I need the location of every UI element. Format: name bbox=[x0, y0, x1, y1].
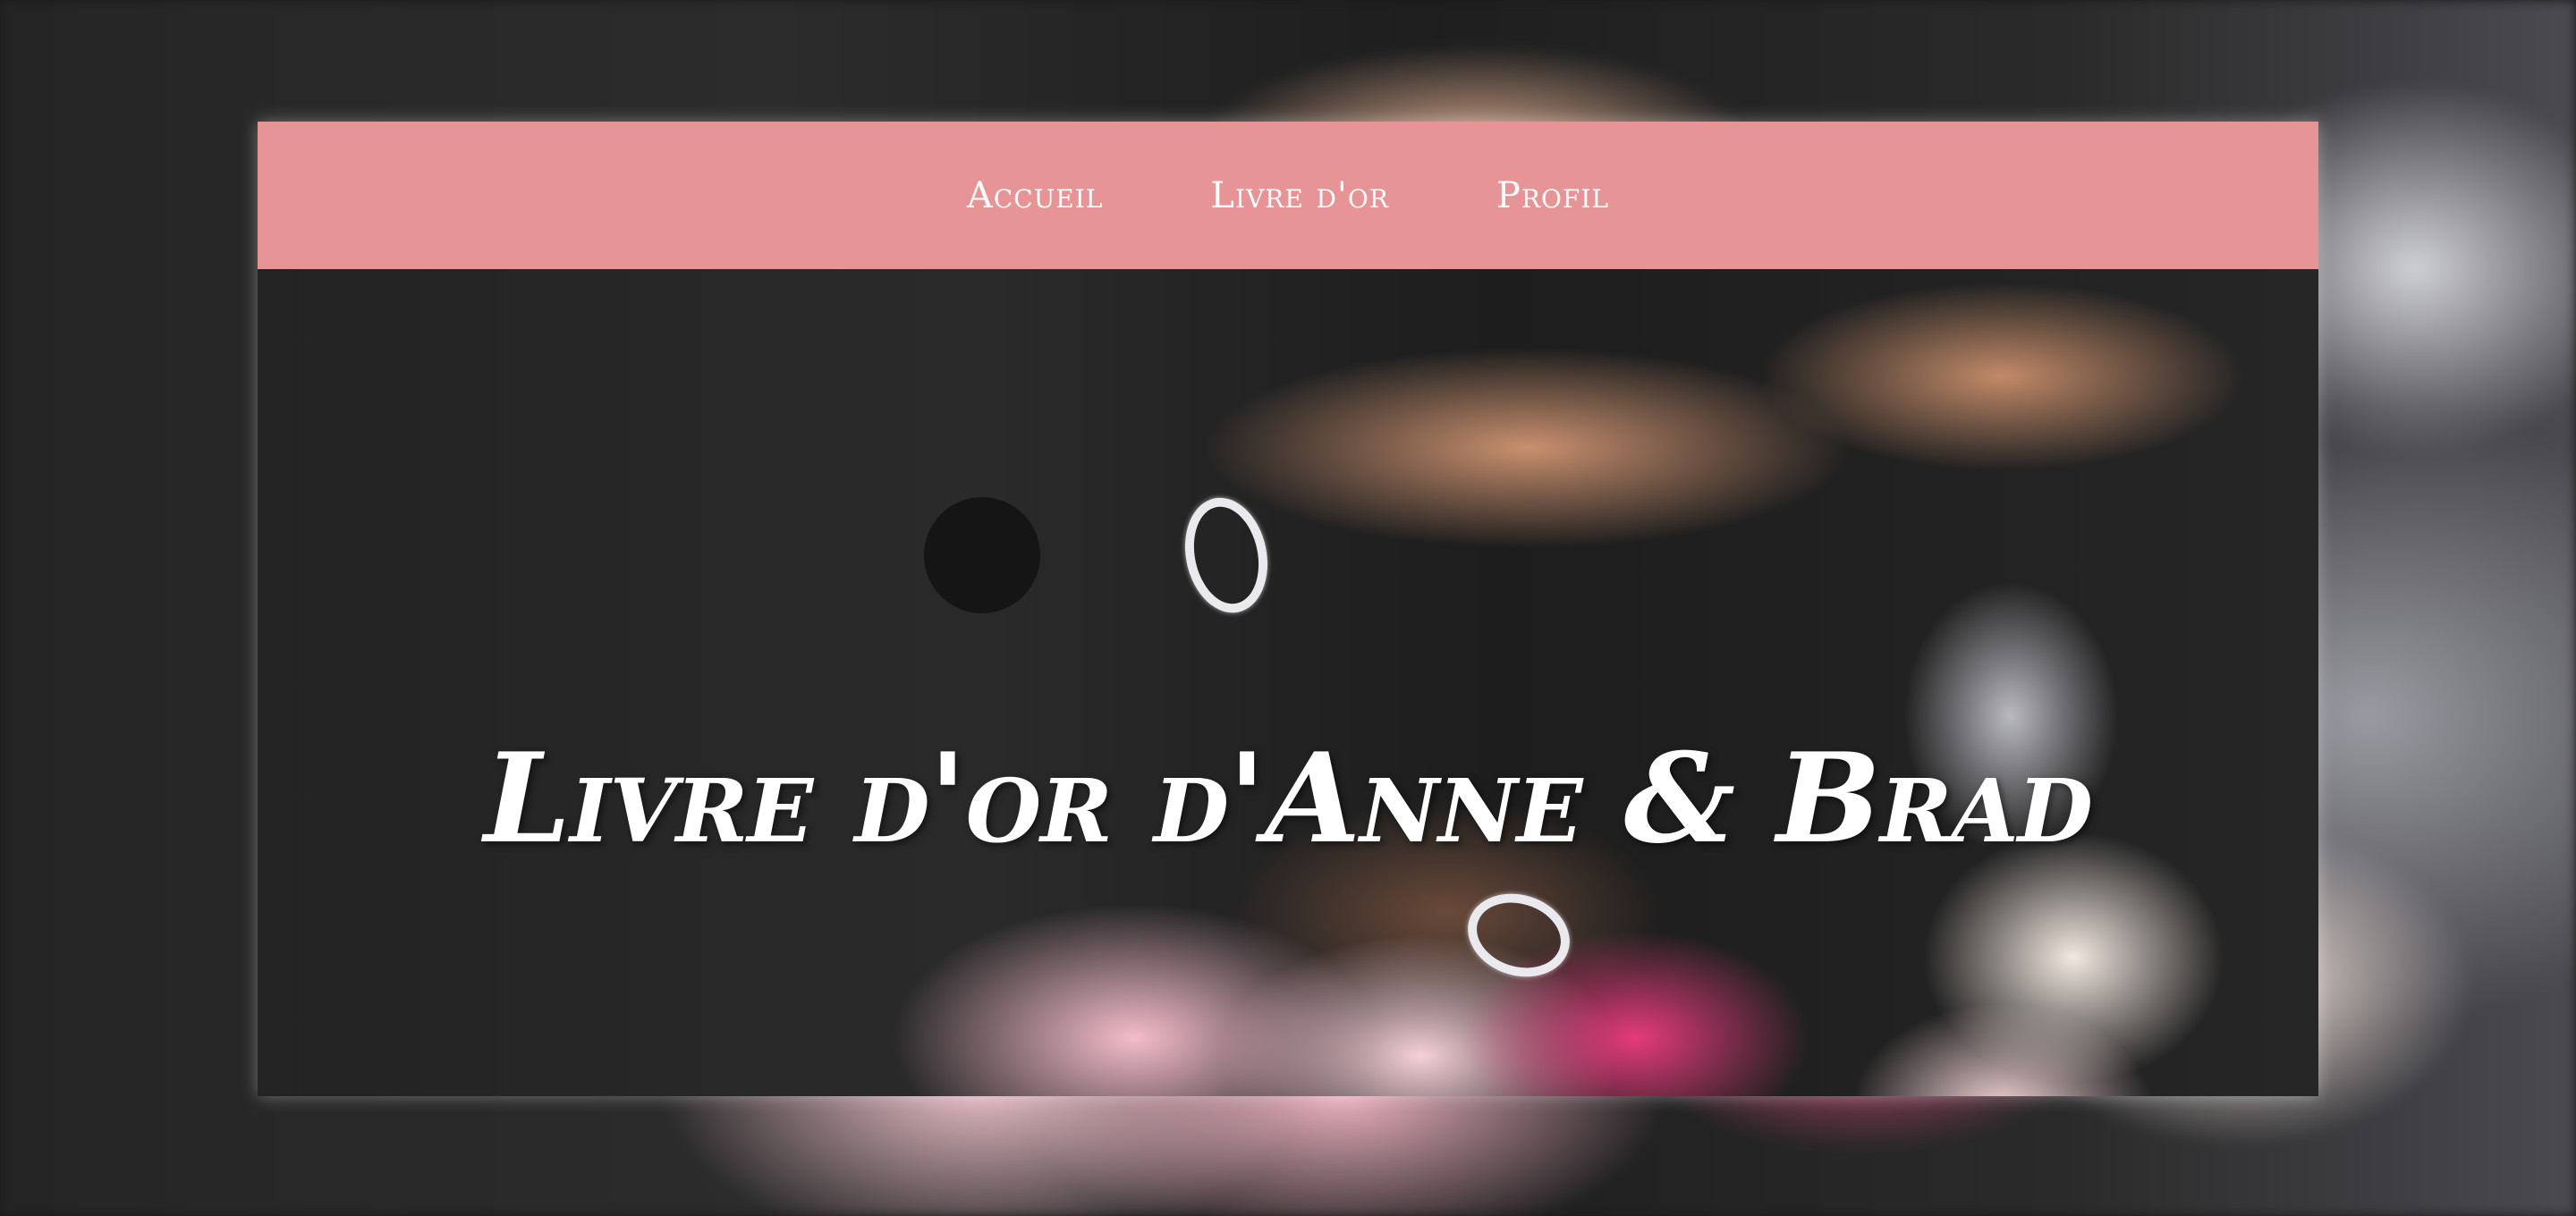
nav-link-accueil[interactable]: Accueil bbox=[967, 175, 1103, 216]
engagement-ring bbox=[1174, 490, 1278, 621]
nav-link-livre-dor[interactable]: Livre d'or bbox=[1210, 175, 1389, 216]
hero-banner: Livre d'or d'Anne & Brad bbox=[258, 269, 2318, 1096]
main-card: Accueil Livre d'or Profil Livre d'or d'A… bbox=[258, 122, 2318, 1096]
page: Accueil Livre d'or Profil Livre d'or d'A… bbox=[0, 0, 2576, 1216]
wedding-band bbox=[1456, 881, 1581, 990]
hero-title: Livre d'or d'Anne & Brad bbox=[484, 725, 2093, 871]
suit-button bbox=[924, 497, 1040, 613]
nav-link-profil[interactable]: Profil bbox=[1496, 175, 1609, 216]
top-navigation: Accueil Livre d'or Profil bbox=[258, 122, 2318, 269]
